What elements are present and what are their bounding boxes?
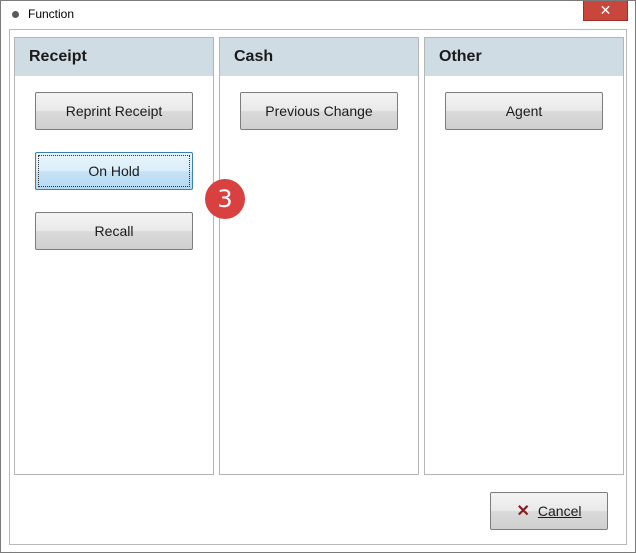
dialog-client-area: Receipt Reprint Receipt On Hold Recall C… — [9, 29, 627, 545]
on-hold-button[interactable]: On Hold — [35, 152, 193, 190]
other-panel-header: Other — [425, 38, 623, 76]
cancel-label: Cancel — [537, 503, 582, 519]
other-panel: Other Agent — [424, 37, 624, 475]
cash-panel-header: Cash — [220, 38, 418, 76]
close-button[interactable]: ✕ — [583, 1, 628, 21]
on-hold-label: On Hold — [88, 163, 140, 179]
cancel-button[interactable]: ✕ Cancel — [490, 492, 608, 530]
other-panel-title: Other — [439, 48, 482, 65]
reprint-receipt-button[interactable]: Reprint Receipt — [35, 92, 193, 130]
recall-label: Recall — [94, 223, 134, 239]
function-dialog: Function ✕ Receipt Reprint Receipt On Ho… — [0, 0, 636, 553]
step-badge: 3 — [205, 179, 245, 219]
agent-button[interactable]: Agent — [445, 92, 603, 130]
previous-change-label: Previous Change — [265, 103, 373, 119]
cash-panel-title: Cash — [234, 48, 274, 65]
cash-panel: Cash Previous Change — [219, 37, 419, 475]
close-icon: ✕ — [599, 2, 612, 19]
window-icon — [12, 11, 19, 18]
previous-change-button[interactable]: Previous Change — [240, 92, 398, 130]
recall-button[interactable]: Recall — [35, 212, 193, 250]
receipt-panel-title: Receipt — [29, 48, 87, 65]
reprint-receipt-label: Reprint Receipt — [65, 103, 163, 119]
window-title: Function — [28, 7, 75, 21]
title-bar: Function ✕ — [1, 1, 635, 29]
x-icon: ✕ — [516, 503, 530, 520]
step-number: 3 — [217, 185, 233, 213]
receipt-panel: Receipt Reprint Receipt On Hold Recall — [14, 37, 214, 475]
receipt-panel-header: Receipt — [15, 38, 213, 76]
agent-label: Agent — [505, 103, 543, 119]
